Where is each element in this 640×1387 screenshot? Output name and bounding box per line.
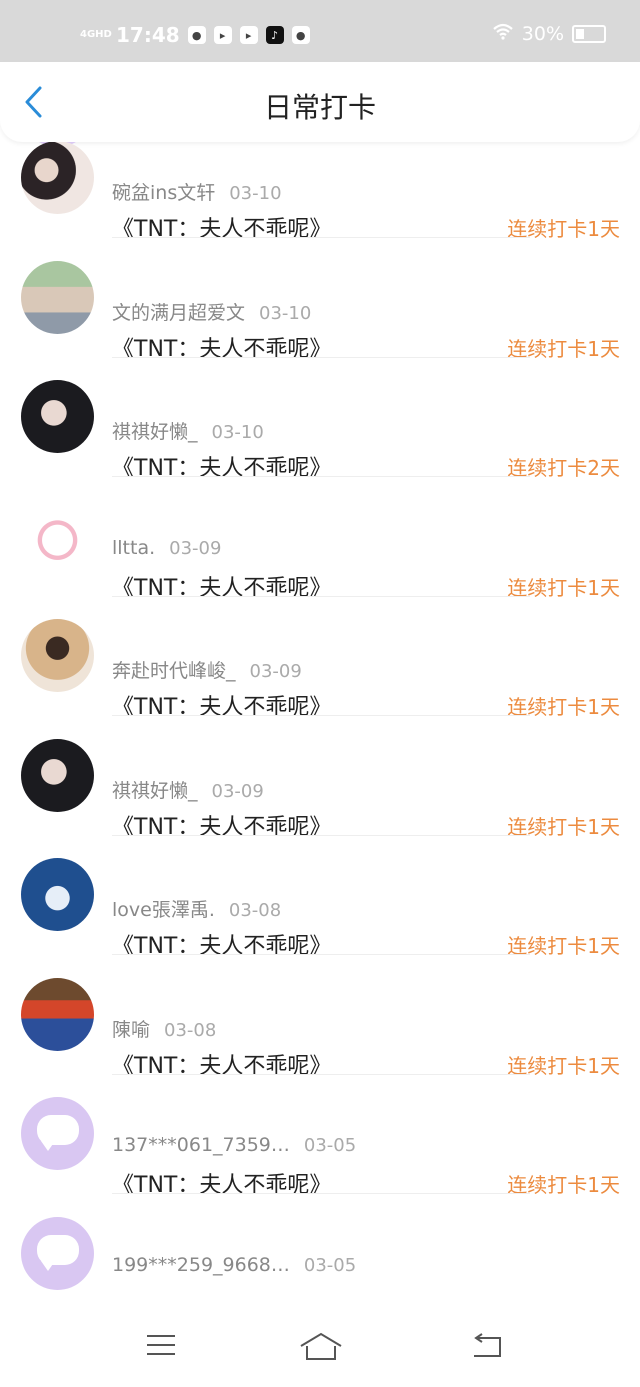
checkin-date: 03-05 bbox=[303, 1254, 357, 1276]
status-right: 30% bbox=[492, 22, 606, 45]
status-time: 17:48 bbox=[116, 23, 180, 47]
checkin-row[interactable]: 199***259_9668… 03-05 bbox=[0, 1195, 640, 1313]
wifi-icon bbox=[492, 22, 514, 45]
username[interactable]: love張澤禹. bbox=[112, 899, 215, 921]
notification-app-icon-2: ▸ bbox=[239, 26, 258, 44]
chat-bubble-tail bbox=[41, 1141, 55, 1151]
avatar[interactable] bbox=[21, 977, 94, 1051]
avatar[interactable] bbox=[21, 619, 94, 692]
home-button[interactable] bbox=[299, 1332, 342, 1366]
checkin-row[interactable]: love張澤禹. 03-08 《TNT：夫人不乖呢》 连续打卡1天 bbox=[0, 836, 640, 959]
menu-button[interactable] bbox=[145, 1332, 185, 1366]
username-line: lltta. 03-09 bbox=[112, 537, 221, 559]
avatar[interactable] bbox=[21, 142, 94, 214]
checkin-date: 03-09 bbox=[169, 537, 222, 559]
username[interactable]: 199***259_9668… bbox=[112, 1254, 290, 1276]
tiktok-icon: ♪ bbox=[265, 26, 284, 44]
avatar[interactable] bbox=[21, 1097, 94, 1170]
message-icon: ● bbox=[291, 26, 310, 44]
username-line: love張澤禹. 03-08 bbox=[112, 895, 281, 922]
checkin-date: 03-09 bbox=[249, 661, 302, 682]
checkin-date: 03-08 bbox=[164, 1019, 217, 1041]
username[interactable]: 137***061_7359… bbox=[112, 1134, 290, 1156]
battery-percent: 30% bbox=[521, 22, 564, 45]
avatar[interactable] bbox=[21, 858, 94, 931]
checkin-date: 03-10 bbox=[211, 422, 264, 443]
checkin-list[interactable]: 碗盆ins文轩 03-10 《TNT：夫人不乖呢》 连续打卡1天 文的满月超爱文 03-1… bbox=[0, 142, 640, 1312]
username[interactable]: 奔赴时代峰峻_ bbox=[112, 660, 236, 682]
network-indicator: 4GHD bbox=[80, 29, 112, 40]
avatar[interactable] bbox=[21, 738, 94, 812]
checkin-date: 03-08 bbox=[228, 900, 282, 921]
checkin-row[interactable]: 文的满月超爱文 03-10 《TNT：夫人不乖呢》 连续打卡1天 bbox=[0, 239, 640, 362]
avatar[interactable] bbox=[21, 380, 94, 453]
home-icon bbox=[300, 1332, 342, 1360]
avatar[interactable] bbox=[21, 260, 94, 334]
page-title: 日常打卡 bbox=[263, 91, 376, 124]
username-line: 陳喻 03-08 bbox=[112, 1015, 216, 1042]
wechat-icon: ● bbox=[187, 26, 206, 44]
checkin-date: 03-10 bbox=[259, 302, 312, 324]
menu-icon bbox=[147, 1335, 175, 1355]
username-line: 祺祺好懒_ 03-10 bbox=[112, 417, 264, 444]
checkin-row[interactable]: 奔赴时代峰峻_ 03-09 《TNT：夫人不乖呢》 连续打卡1天 bbox=[0, 597, 640, 720]
checkin-row[interactable]: 祺祺好懒_ 03-10 《TNT：夫人不乖呢》 连续打卡2天 bbox=[0, 358, 640, 481]
username-line: 文的满月超爱文 03-10 bbox=[112, 298, 311, 325]
username[interactable]: 祺祺好懒_ bbox=[112, 780, 198, 802]
username[interactable]: 文的满月超爱文 bbox=[112, 302, 245, 324]
username-line: 祺祺好懒_ 03-09 bbox=[112, 776, 264, 803]
avatar[interactable] bbox=[21, 499, 94, 573]
battery-icon bbox=[572, 24, 606, 43]
notification-app-icon: ▸ bbox=[213, 26, 232, 44]
username-line: 碗盆ins文轩 03-10 bbox=[112, 178, 282, 205]
username-line: 199***259_9668… 03-05 bbox=[112, 1254, 356, 1276]
username-line: 137***061_7359… 03-05 bbox=[112, 1134, 356, 1156]
checkin-row[interactable]: 陳喻 03-08 《TNT：夫人不乖呢》 连续打卡1天 bbox=[0, 956, 640, 1079]
checkin-row[interactable]: 祺祺好懒_ 03-09 《TNT：夫人不乖呢》 连续打卡1天 bbox=[0, 717, 640, 840]
username-line: 奔赴时代峰峻_ 03-09 bbox=[112, 656, 302, 683]
checkin-date: 03-05 bbox=[303, 1135, 357, 1156]
checkin-row[interactable]: 碗盆ins文轩 03-10 《TNT：夫人不乖呢》 连续打卡1天 bbox=[0, 142, 640, 242]
battery-level bbox=[576, 28, 584, 39]
back-icon bbox=[474, 1333, 501, 1357]
back-nav-button[interactable] bbox=[470, 1332, 510, 1366]
status-bar: 4GHD 17:48 ● ▸ ▸ ♪ ● 30% bbox=[0, 0, 640, 70]
app-header: 日常打卡 bbox=[0, 62, 640, 142]
chat-bubble-tail bbox=[41, 1260, 55, 1271]
username[interactable]: 碗盆ins文轩 bbox=[112, 182, 215, 204]
avatar[interactable] bbox=[21, 1216, 94, 1290]
username[interactable]: 祺祺好懒_ bbox=[112, 421, 198, 443]
checkin-date: 03-10 bbox=[229, 183, 282, 204]
checkin-date: 03-09 bbox=[211, 780, 264, 802]
username[interactable]: lltta. bbox=[112, 537, 155, 559]
checkin-row[interactable]: 137***061_7359… 03-05 《TNT：夫人不乖呢》 连续打卡1天 bbox=[0, 1075, 640, 1198]
system-nav-bar bbox=[0, 1312, 640, 1387]
status-left: 4GHD 17:48 ● ▸ ▸ ♪ ● bbox=[80, 22, 310, 48]
username[interactable]: 陳喻 bbox=[112, 1019, 150, 1041]
checkin-row[interactable]: lltta. 03-09 《TNT：夫人不乖呢》 连续打卡1天 bbox=[0, 478, 640, 601]
